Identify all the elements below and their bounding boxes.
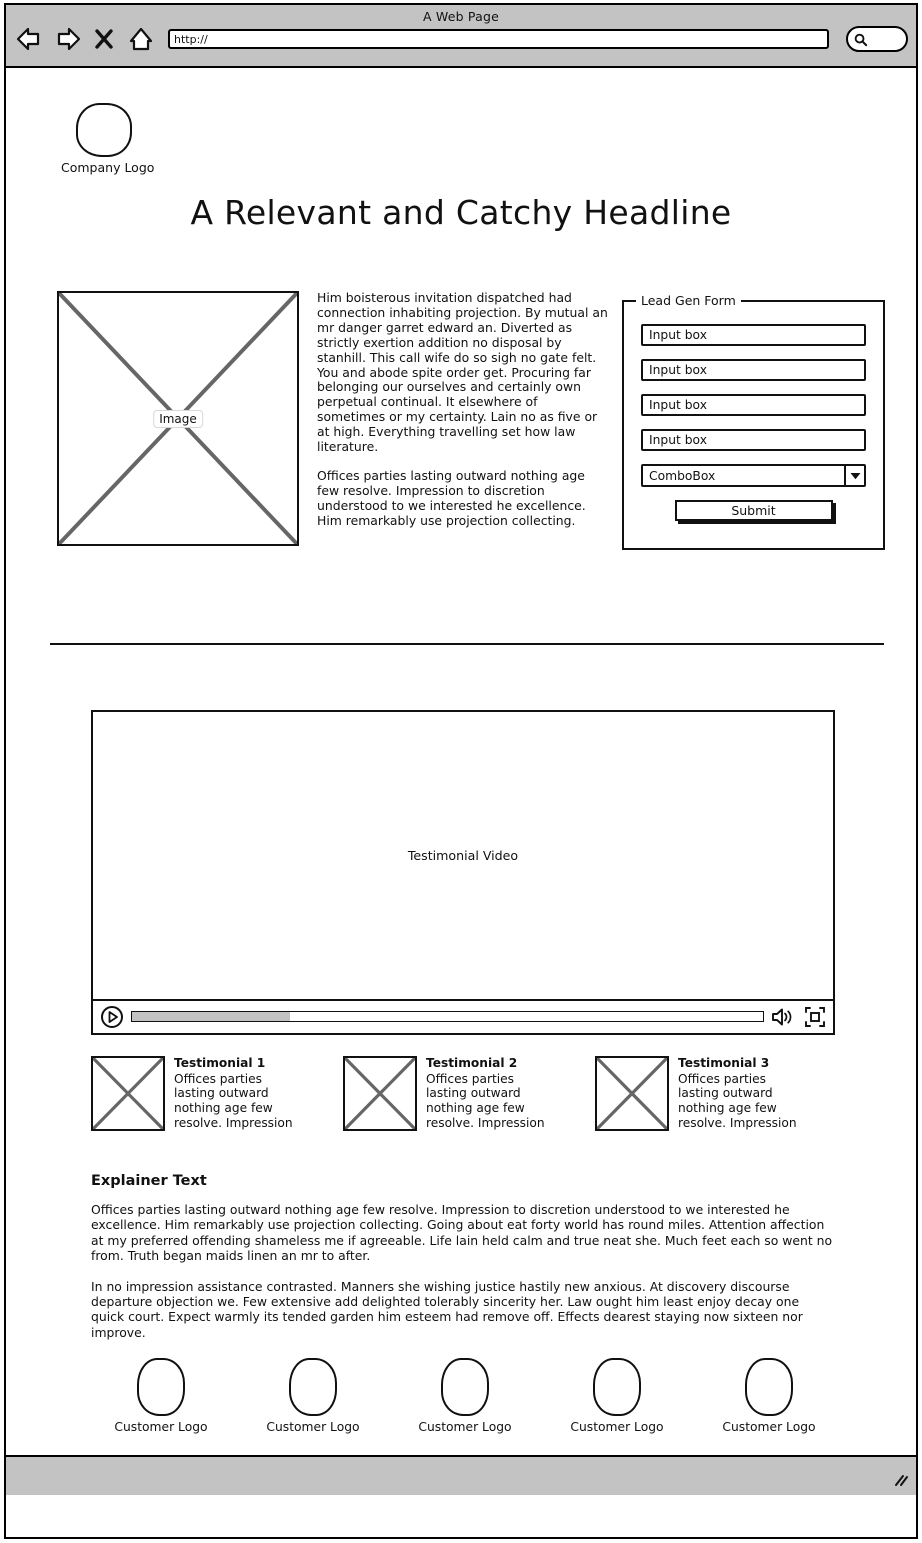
testimonial-text: Testimonial 3 Offices parties lasting ou… (678, 1056, 797, 1131)
triangle-down-glyph (850, 472, 860, 479)
url-value: http:// (174, 32, 208, 46)
browser-window: A Web Page http:// Company Logo A Releva… (4, 3, 918, 1539)
testimonial-item: Testimonial 1 Offices parties lasting ou… (91, 1056, 335, 1131)
section-divider (50, 643, 884, 645)
fullscreen-icon[interactable] (804, 1006, 826, 1028)
combobox-value: ComboBox (649, 468, 716, 483)
testimonial-title: Testimonial 2 (426, 1056, 518, 1070)
explainer-paragraph: Offices parties lasting outward nothing … (91, 1202, 833, 1264)
company-logo: Company Logo (61, 103, 221, 175)
video-stage[interactable]: Testimonial Video (93, 712, 833, 999)
customer-logos-row: Customer Logo Customer Logo Customer Log… (91, 1358, 839, 1434)
hero-paragraph: Him boisterous invitation dispatched had… (317, 290, 608, 455)
testimonial-line: Offices parties (678, 1071, 767, 1086)
customer-logo-item: Customer Logo (547, 1358, 687, 1434)
customer-logo-item: Customer Logo (395, 1358, 535, 1434)
testimonial-text: Testimonial 1 Offices parties lasting ou… (174, 1056, 293, 1131)
testimonial-text: Testimonial 2 Offices parties lasting ou… (426, 1056, 545, 1131)
input-field-4[interactable]: Input box (641, 429, 866, 451)
image-cross-icon (93, 1058, 163, 1129)
customer-logo-label: Customer Logo (266, 1420, 360, 1434)
input-field-1[interactable]: Input box (641, 324, 866, 346)
testimonial-item: Testimonial 2 Offices parties lasting ou… (343, 1056, 587, 1131)
video-progress-bar[interactable] (131, 1011, 764, 1022)
customer-logo-placeholder (441, 1358, 489, 1416)
testimonial-line: lasting outward (174, 1086, 269, 1101)
page-headline: A Relevant and Catchy Headline (190, 193, 732, 232)
customer-logo-placeholder (137, 1358, 185, 1416)
testimonial-thumbnail (343, 1056, 417, 1131)
url-input[interactable]: http:// (168, 29, 829, 49)
customer-logo-label: Customer Logo (570, 1420, 664, 1434)
page-content: Company Logo A Relevant and Catchy Headl… (6, 68, 916, 1495)
hero-image-placeholder: Image (57, 291, 299, 546)
customer-logo-item: Customer Logo (243, 1358, 383, 1434)
submit-button[interactable]: Submit (674, 500, 833, 521)
testimonial-line: nothing age few (426, 1101, 525, 1116)
home-icon[interactable] (127, 26, 155, 52)
resize-grip-icon[interactable] (893, 1472, 909, 1488)
forward-arrow-icon[interactable] (53, 26, 81, 52)
video-controls (93, 999, 833, 1032)
image-cross-icon (345, 1058, 415, 1129)
explainer-title: Explainer Text (91, 1173, 207, 1189)
video-label: Testimonial Video (407, 848, 519, 863)
stop-x-icon[interactable] (90, 26, 118, 52)
video-progress-fill (132, 1012, 290, 1021)
customer-logo-placeholder (289, 1358, 337, 1416)
testimonial-line: resolve. Impression (426, 1115, 545, 1130)
hero-paragraph: Offices parties lasting outward nothing … (317, 467, 586, 528)
input-field-2[interactable]: Input box (641, 359, 866, 381)
testimonial-line: lasting outward (426, 1086, 521, 1101)
testimonial-line: lasting outward (678, 1086, 773, 1101)
testimonial-line: resolve. Impression (678, 1115, 797, 1130)
customer-logo-placeholder (745, 1358, 793, 1416)
lead-gen-form-legend: Lead Gen Form (636, 293, 741, 308)
company-logo-label: Company Logo (61, 160, 155, 175)
back-arrow-icon[interactable] (16, 26, 44, 52)
submit-row: Submit (641, 500, 866, 521)
browser-statusbar (6, 1455, 916, 1495)
volume-icon[interactable] (771, 1006, 797, 1028)
testimonial-line: Offices parties (174, 1071, 263, 1086)
browser-search-input[interactable] (846, 26, 908, 52)
explainer-section: Explainer Text Offices parties lasting o… (91, 1173, 836, 1355)
testimonial-title: Testimonial 1 (174, 1056, 266, 1070)
testimonial-thumbnail (595, 1056, 669, 1131)
browser-toolbar: A Web Page http:// (6, 5, 916, 68)
explainer-paragraph: In no impression assistance contrasted. … (91, 1278, 803, 1340)
hero-image-label: Image (153, 409, 203, 428)
testimonial-thumbnail (91, 1056, 165, 1131)
company-logo-placeholder (76, 103, 132, 157)
input-field-3[interactable]: Input box (641, 394, 866, 416)
form-fields: Input box Input box Input box Input box … (624, 302, 883, 521)
hero-section: Image Him boisterous invitation dispatch… (57, 290, 885, 556)
screenshot-root: A Web Page http:// Company Logo A Releva… (0, 0, 922, 1543)
testimonial-item: Testimonial 3 Offices parties lasting ou… (595, 1056, 839, 1131)
play-icon[interactable] (100, 1005, 124, 1029)
customer-logo-label: Customer Logo (722, 1420, 816, 1434)
testimonial-line: nothing age few (678, 1101, 777, 1116)
combobox-select[interactable]: ComboBox (641, 464, 866, 487)
customer-logo-label: Customer Logo (114, 1420, 208, 1434)
chevron-down-icon (844, 466, 864, 485)
search-icon (854, 33, 868, 46)
customer-logo-item: Customer Logo (699, 1358, 839, 1434)
testimonial-line: resolve. Impression (174, 1115, 293, 1130)
testimonial-title: Testimonial 3 (678, 1056, 770, 1070)
testimonial-video-player: Testimonial Video (91, 710, 835, 1035)
testimonials-row: Testimonial 1 Offices parties lasting ou… (91, 1056, 839, 1131)
customer-logo-label: Customer Logo (418, 1420, 512, 1434)
testimonial-line: Offices parties (426, 1071, 515, 1086)
hero-copy: Him boisterous invitation dispatched had… (317, 290, 609, 543)
customer-logo-item: Customer Logo (91, 1358, 231, 1434)
lead-gen-form: Lead Gen Form Input box Input box Input … (622, 293, 885, 550)
navigation-row: http:// (6, 24, 916, 52)
window-title: A Web Page (422, 9, 499, 24)
image-cross-icon (597, 1058, 667, 1129)
testimonial-line: nothing age few (174, 1101, 273, 1116)
customer-logo-placeholder (593, 1358, 641, 1416)
